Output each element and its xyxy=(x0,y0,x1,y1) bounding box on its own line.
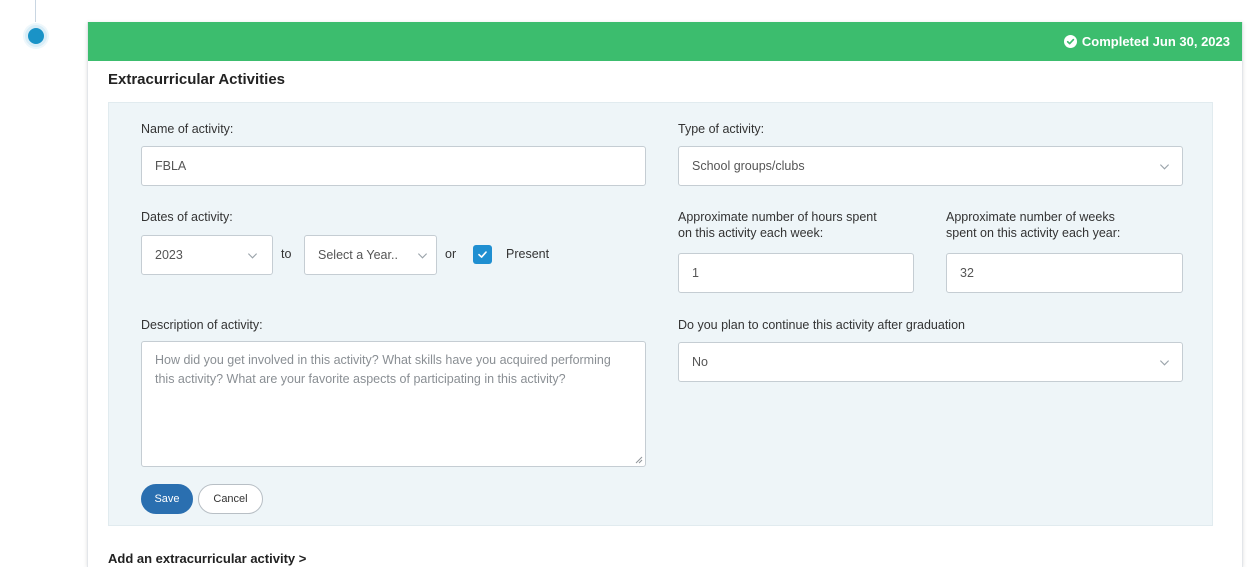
timeline-line xyxy=(35,0,36,22)
start-year-select[interactable]: 2023 xyxy=(141,235,273,275)
add-activity-link[interactable]: Add an extracurricular activity > xyxy=(108,551,306,566)
activity-name-value: FBLA xyxy=(155,159,187,173)
present-checkbox[interactable] xyxy=(473,245,492,264)
end-year-select[interactable]: Select a Year.. xyxy=(304,235,437,275)
check-circle-icon xyxy=(1063,35,1077,48)
hours-per-week-input[interactable]: 1 xyxy=(678,253,914,293)
dates-label: Dates of activity: xyxy=(141,210,233,224)
weeks-label: Approximate number of weeks spent on thi… xyxy=(946,210,1121,240)
chevron-down-icon xyxy=(247,253,258,259)
resize-handle-icon[interactable] xyxy=(635,456,643,464)
description-label: Description of activity: xyxy=(141,318,263,332)
continue-select[interactable]: No xyxy=(678,342,1183,382)
or-text: or xyxy=(445,247,457,261)
present-label: Present xyxy=(506,247,550,261)
description-textarea[interactable]: How did you get involved in this activit… xyxy=(141,341,646,467)
activity-name-input[interactable]: FBLA xyxy=(141,146,646,186)
activity-type-select[interactable]: School groups/clubs xyxy=(678,146,1183,186)
to-text: to xyxy=(281,247,292,261)
continue-value: No xyxy=(692,355,708,369)
activity-card: Completed Jun 30, 2023 Extracurricular A… xyxy=(87,22,1243,567)
weeks-per-year-input[interactable]: 32 xyxy=(946,253,1183,293)
weeks-value: 32 xyxy=(960,266,974,280)
description-placeholder: How did you get involved in this activit… xyxy=(155,353,611,386)
cancel-button[interactable]: Cancel xyxy=(198,484,263,514)
continue-label: Do you plan to continue this activity af… xyxy=(678,318,965,332)
activity-type-label: Type of activity: xyxy=(678,122,765,136)
save-button[interactable]: Save xyxy=(141,484,193,514)
activity-name-label: Name of activity: xyxy=(141,122,234,136)
activity-type-value: School groups/clubs xyxy=(692,159,805,173)
status-label: Completed Jun 30, 2023 xyxy=(1081,34,1230,49)
hours-label: Approximate number of hours spent on thi… xyxy=(678,210,877,240)
start-year-value: 2023 xyxy=(155,248,183,262)
chevron-down-icon xyxy=(417,253,428,259)
activity-form-panel: Name of activity: FBLA Type of activity:… xyxy=(108,102,1213,526)
hours-value: 1 xyxy=(692,266,699,280)
end-year-placeholder: Select a Year.. xyxy=(318,248,398,262)
section-title: Extracurricular Activities xyxy=(108,71,286,88)
chevron-down-icon xyxy=(1159,164,1170,170)
timeline-dot xyxy=(25,25,47,47)
chevron-down-icon xyxy=(1159,360,1170,366)
status-bar: Completed Jun 30, 2023 xyxy=(88,22,1242,61)
checkmark-icon xyxy=(478,251,487,258)
